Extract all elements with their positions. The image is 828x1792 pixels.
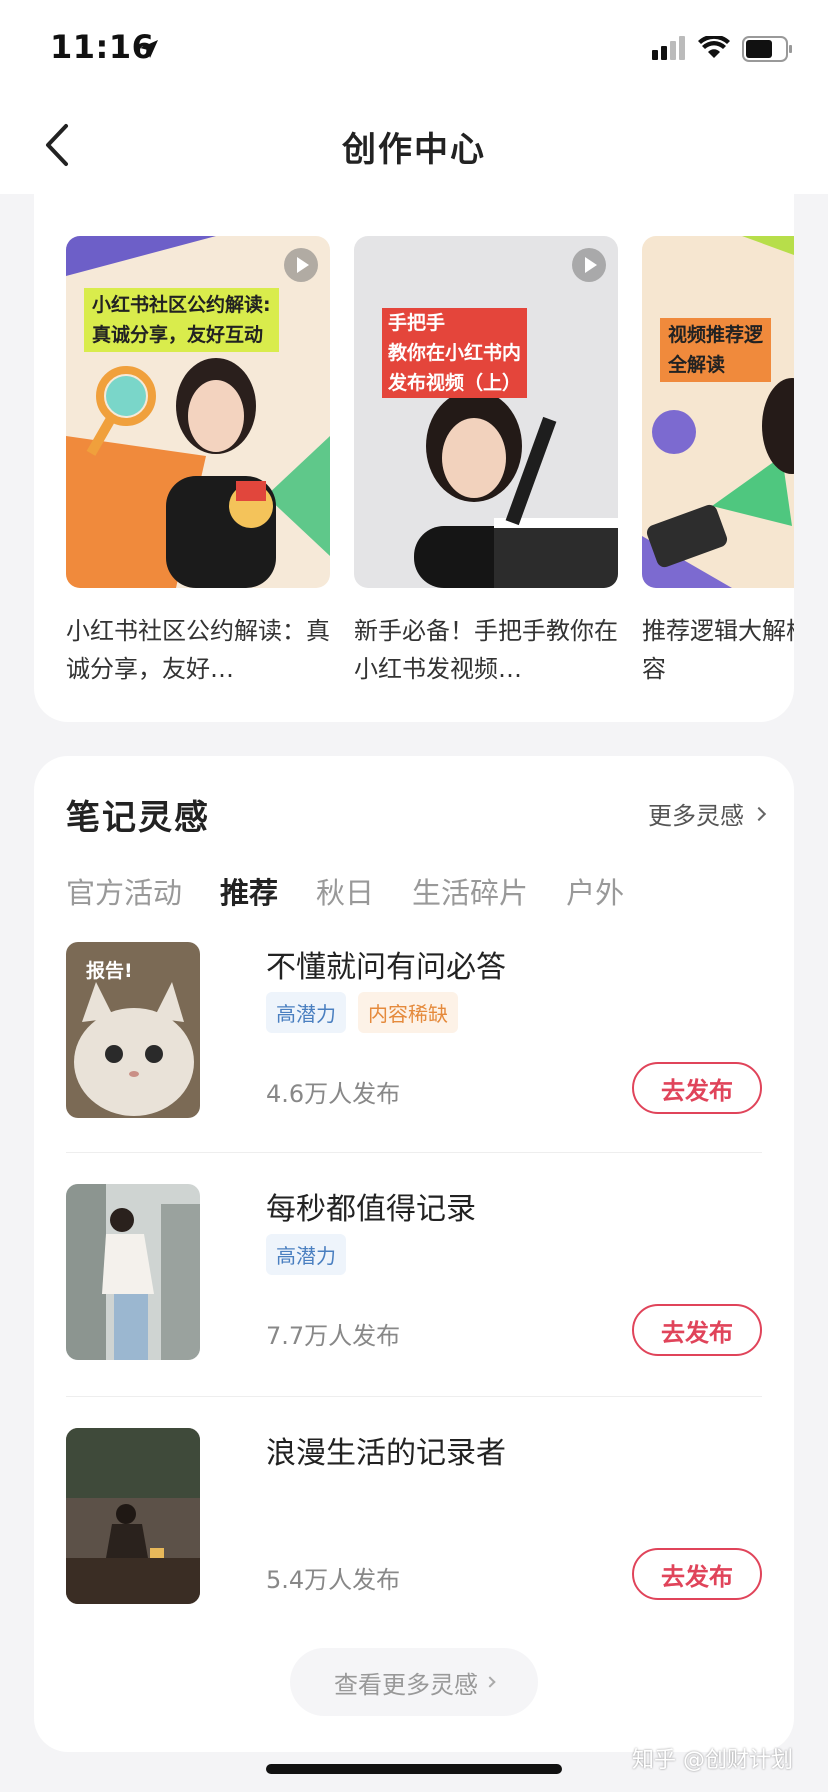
video-title: 推荐逻辑大解样的视频更容 [642, 617, 794, 683]
publish-button[interactable]: 去发布 [632, 1548, 762, 1600]
watermark: 知乎 @创财计划 [632, 1748, 793, 1773]
tag-content-scarce: 内容稀缺 [358, 992, 458, 1033]
video-card[interactable]: 手把手 教你在小红书内 发布视频（上） 新手必备！手把手教你在小红书发视频… [354, 236, 618, 688]
chevron-right-icon [751, 806, 767, 821]
video-card[interactable]: 视频推荐逻 全解读 推荐逻辑大解样的视频更容 [642, 236, 794, 688]
battery-icon [742, 36, 792, 62]
play-icon [572, 248, 606, 282]
play-icon [284, 248, 318, 282]
tab-outdoor[interactable]: 户外 [566, 870, 624, 912]
tab-life-fragments[interactable]: 生活碎片 [412, 870, 528, 912]
tag-high-potential: 高潜力 [266, 992, 346, 1033]
thumbnail-caption: 手把手 教你在小红书内 发布视频（上） [382, 308, 528, 398]
tab-official-events[interactable]: 官方活动 [66, 870, 182, 912]
video-card[interactable]: 小红书社区公约解读: 真诚分享，友好互动 小红书社区公约解读：真诚分享，友好… [66, 236, 330, 688]
tag-row: 高潜力 内容稀缺 [266, 992, 458, 1033]
video-thumbnail: 手把手 教你在小红书内 发布视频（上） [354, 236, 618, 588]
topic-name: 每秒都值得记录 [266, 1192, 476, 1227]
tab-recommended[interactable]: 推荐 [220, 870, 278, 912]
topic-thumbnail [66, 1428, 200, 1604]
publish-count: 5.4万人发布 [266, 1566, 401, 1594]
video-thumbnail: 小红书社区公约解读: 真诚分享，友好互动 [66, 236, 330, 588]
cellular-signal-icon [652, 36, 685, 60]
nav-bar: 创作中心 [0, 96, 828, 194]
inspiration-card: 笔记灵感 更多灵感 官方活动 推荐 秋日 生活碎片 户外 报告! 不懂就问有问必… [34, 756, 794, 1752]
divider [66, 1152, 762, 1153]
location-arrow-icon [140, 40, 158, 58]
topic-thumbnail [66, 1184, 200, 1360]
status-bar: 11:16 [0, 0, 828, 96]
tag-row: 高潜力 [266, 1234, 346, 1275]
divider [66, 1396, 762, 1397]
video-thumbnail: 视频推荐逻 全解读 [642, 236, 794, 588]
more-inspiration-link[interactable]: 更多灵感 [648, 796, 767, 831]
publish-button[interactable]: 去发布 [632, 1062, 762, 1114]
video-carousel: 小红书社区公约解读: 真诚分享，友好互动 小红书社区公约解读：真诚分享，友好… … [34, 190, 794, 722]
thumbnail-caption: 视频推荐逻 全解读 [660, 318, 772, 382]
topic-name: 不懂就问有问必答 [266, 950, 506, 985]
see-more-button[interactable]: 查看更多灵感 [290, 1648, 538, 1716]
tab-autumn[interactable]: 秋日 [316, 870, 374, 912]
section-title: 笔记灵感 [66, 798, 210, 838]
thumbnail-caption: 报告! [86, 960, 133, 982]
chevron-right-icon [484, 1676, 496, 1688]
tag-high-potential: 高潜力 [266, 1234, 346, 1275]
video-title: 小红书社区公约解读：真诚分享，友好… [66, 617, 330, 683]
more-inspiration-label: 更多灵感 [648, 802, 744, 830]
topic-row: 浪漫生活的记录者 5.4万人发布 去发布 [66, 1428, 762, 1606]
topic-row: 报告! 不懂就问有问必答 高潜力 内容稀缺 4.6万人发布 去发布 [66, 942, 762, 1120]
publish-count: 4.6万人发布 [266, 1080, 401, 1108]
topic-row: 每秒都值得记录 高潜力 7.7万人发布 去发布 [66, 1184, 762, 1362]
home-indicator[interactable] [266, 1764, 562, 1774]
see-more-label: 查看更多灵感 [334, 1670, 478, 1699]
thumbnail-caption: 小红书社区公约解读: 真诚分享，友好互动 [84, 288, 279, 352]
video-title: 新手必备！手把手教你在小红书发视频… [354, 617, 618, 683]
topic-thumbnail: 报告! [66, 942, 200, 1118]
inspiration-tabs: 官方活动 推荐 秋日 生活碎片 户外 [66, 870, 624, 912]
publish-button[interactable]: 去发布 [632, 1304, 762, 1356]
topic-name: 浪漫生活的记录者 [266, 1436, 506, 1471]
wifi-icon [698, 36, 730, 58]
publish-count: 7.7万人发布 [266, 1322, 401, 1350]
page-title: 创作中心 [342, 130, 486, 170]
